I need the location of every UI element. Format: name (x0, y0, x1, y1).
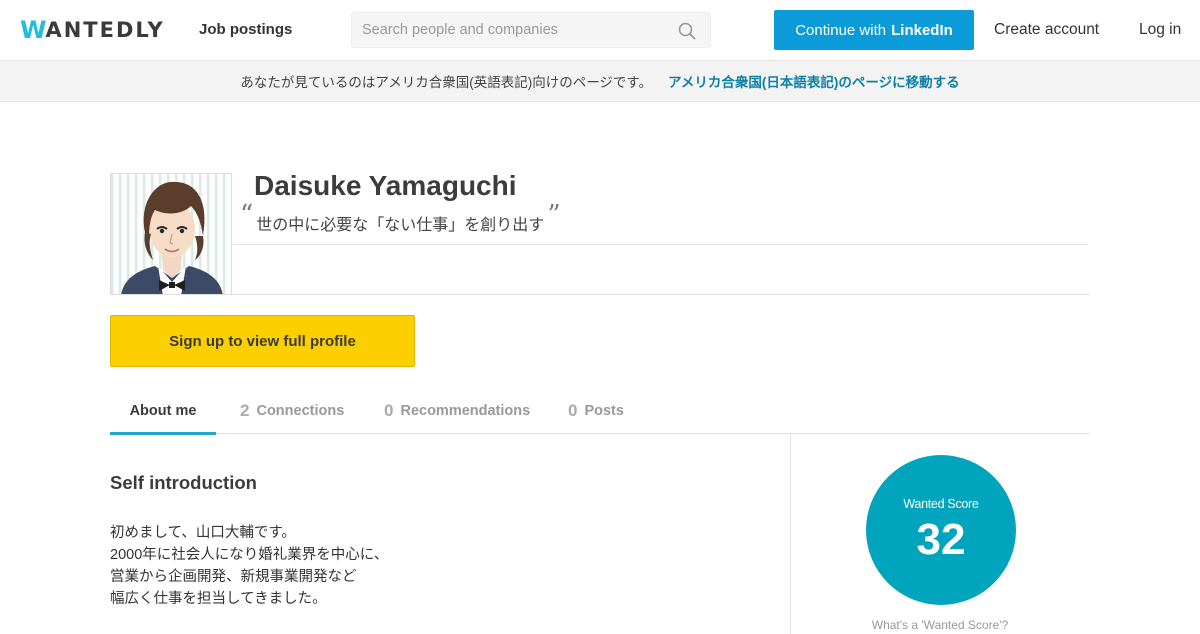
profile-avatar (110, 173, 232, 295)
wantedly-logo[interactable]: W ANTEDLY (20, 16, 165, 44)
create-account-link[interactable]: Create account (994, 21, 1099, 39)
tab-connections-count: 2 (240, 401, 250, 420)
wanted-score-value: 32 (916, 515, 966, 564)
self-introduction-title: Self introduction (110, 472, 257, 493)
intro-line: 初めまして、山口大輔です。 (110, 525, 296, 541)
profile-divider (110, 294, 1090, 295)
profile-tagline: “ 世の中に必要な「ない仕事」を創り出す ” (240, 200, 561, 235)
intro-line: 幅広く仕事を担当してきました。 (110, 591, 327, 607)
tab-about-me[interactable]: About me (110, 388, 216, 435)
tab-recommendations-label: Recommendations (400, 403, 531, 419)
linkedin-button-prefix: Continue with (795, 21, 887, 39)
tab-posts-label: Posts (584, 403, 624, 419)
intro-line: 2000年に社会人になり婚礼業界を中心に、 (110, 547, 389, 563)
sign-up-view-profile-button[interactable]: Sign up to view full profile (110, 315, 415, 367)
search-icon[interactable] (678, 22, 696, 40)
self-introduction-text: 初めまして、山口大輔です。 2000年に社会人になり婚礼業界を中心に、 営業から… (110, 522, 388, 610)
wanted-score-label: Wanted Score (903, 497, 979, 511)
tagline-text: 世の中に必要な「ない仕事」を創り出す (256, 217, 545, 234)
tab-connections-label: Connections (256, 403, 345, 419)
wanted-score-badge: Wanted Score 32 (866, 455, 1016, 605)
search-box (351, 12, 711, 48)
linkedin-button-brand: LinkedIn (891, 21, 953, 39)
intro-line: 営業から企画開発、新規事業開発など (110, 569, 357, 585)
top-header: WANTEDLY Job postings Continue withLinke… (0, 0, 1200, 60)
tab-posts-count: 0 (568, 401, 578, 420)
tab-recommendations-count: 0 (384, 401, 394, 420)
logo-text: ANTEDLY (45, 18, 165, 42)
tab-posts[interactable]: 0 Posts (568, 388, 624, 434)
locale-banner-message: あなたが見ているのはアメリカ合衆国(英語表記)向けのページです。 (240, 75, 653, 90)
locale-banner: あなたが見ているのはアメリカ合衆国(英語表記)向けのページです。 アメリカ合衆国… (0, 60, 1200, 102)
profile-tabs: About me 2 Connections 0 Recommendations… (110, 388, 1090, 435)
logo-w: W (20, 16, 47, 44)
column-divider (790, 434, 791, 634)
search-input[interactable] (362, 13, 672, 47)
open-quote-icon: “ (240, 200, 254, 230)
nav-job-postings[interactable]: Job postings (199, 21, 292, 38)
tab-recommendations[interactable]: 0 Recommendations (384, 388, 530, 434)
tab-connections[interactable]: 2 Connections (240, 388, 344, 434)
continue-with-linkedin-button[interactable]: Continue with LinkedIn (774, 10, 974, 50)
profile-name: Daisuke Yamaguchi (254, 170, 517, 201)
header-divider (232, 244, 1088, 245)
log-in-link[interactable]: Log in (1139, 21, 1181, 39)
tab-about-me-label: About me (129, 403, 197, 419)
close-quote-icon: ” (547, 200, 561, 230)
avatar-illustration (111, 174, 231, 294)
locale-switch-link[interactable]: アメリカ合衆国(日本語表記)のページに移動する (668, 71, 960, 91)
